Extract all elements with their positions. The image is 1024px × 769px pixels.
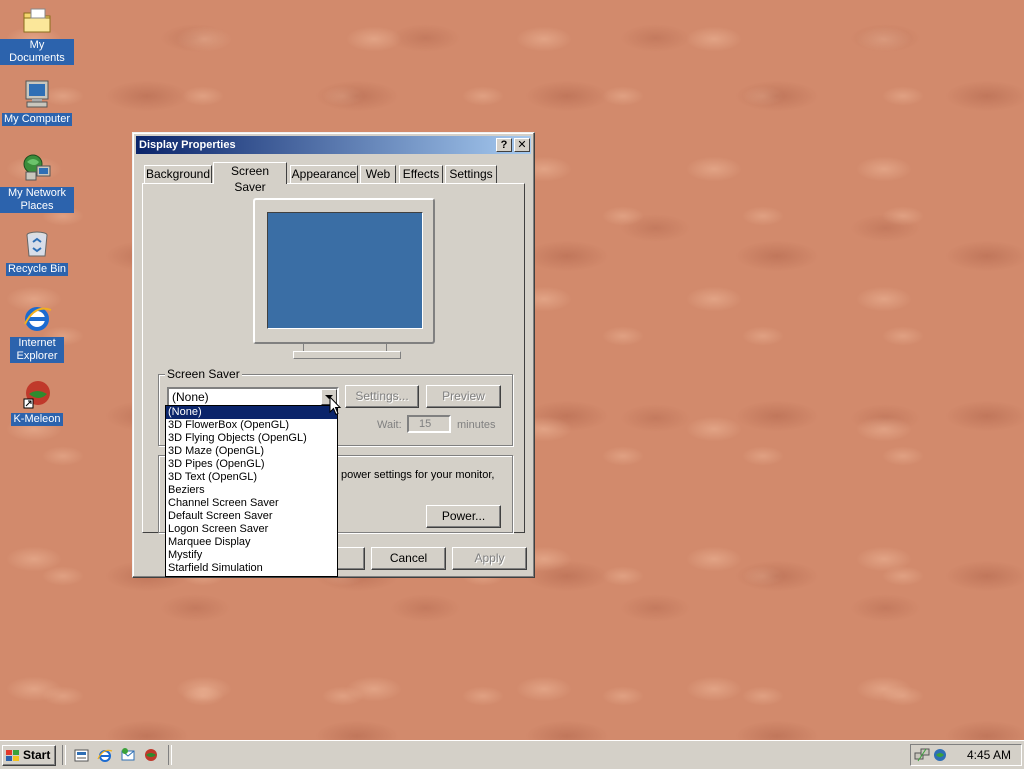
- quick-launch-separator: [62, 745, 66, 765]
- tab-screen-saver[interactable]: Screen Saver: [213, 162, 287, 194]
- window-title: Display Properties: [139, 139, 236, 151]
- desktop-icon-label: K-Meleon: [11, 413, 63, 426]
- volume-icon[interactable]: [932, 747, 948, 763]
- tab-background[interactable]: Background: [144, 165, 212, 183]
- windows-logo-icon: [6, 750, 19, 761]
- screen-saver-select[interactable]: (None): [167, 387, 339, 407]
- start-label: Start: [23, 748, 51, 762]
- monitor-screen: [267, 212, 423, 329]
- close-button[interactable]: ✕: [514, 138, 530, 152]
- dropdown-option[interactable]: 3D FlowerBox (OpenGL): [166, 419, 337, 432]
- dropdown-option[interactable]: 3D Maze (OpenGL): [166, 445, 337, 458]
- monitor-base: [293, 351, 401, 359]
- desktop-icon-internet-explorer[interactable]: Internet Explorer: [0, 302, 74, 363]
- desktop-icon-label: Internet Explorer: [10, 337, 64, 363]
- help-button[interactable]: ?: [496, 138, 512, 152]
- network-icon: [23, 154, 51, 181]
- mouse-cursor-icon: [329, 396, 342, 416]
- desktop-icon-label: My Documents: [0, 39, 74, 65]
- group-legend: Screen Saver: [165, 367, 242, 381]
- monitor-preview: [253, 198, 435, 344]
- power-description: power settings for your monitor,: [341, 469, 495, 481]
- desktop-icon-label: Recycle Bin: [5, 263, 69, 276]
- dropdown-option[interactable]: 3D Text (OpenGL): [166, 471, 337, 484]
- title-bar[interactable]: Display Properties ? ✕: [136, 136, 531, 154]
- tab-settings[interactable]: Settings: [445, 165, 497, 183]
- dropdown-option[interactable]: 3D Flying Objects (OpenGL): [166, 432, 337, 445]
- network-connection-icon[interactable]: [914, 747, 930, 763]
- tab-web[interactable]: Web: [360, 165, 396, 183]
- dropdown-option[interactable]: Marquee Display: [166, 536, 337, 549]
- taskbar: Start 4:45 AM: [0, 740, 1024, 769]
- internet-explorer-icon[interactable]: [97, 747, 113, 763]
- desktop-icon-my-documents[interactable]: My Documents: [0, 4, 74, 65]
- folder-icon: [23, 8, 51, 33]
- dropdown-option[interactable]: Starfield Simulation: [166, 562, 337, 575]
- outlook-express-icon[interactable]: [120, 747, 136, 763]
- selected-value: (None): [172, 390, 209, 404]
- dropdown-option[interactable]: Mystify: [166, 549, 337, 562]
- desktop-icon-recycle-bin[interactable]: Recycle Bin: [0, 228, 74, 276]
- wait-minutes-spinner[interactable]: 15: [407, 415, 451, 433]
- show-desktop-icon[interactable]: [74, 747, 90, 763]
- k-meleon-icon[interactable]: [143, 747, 159, 763]
- wait-label: Wait:: [377, 419, 402, 431]
- dropdown-option[interactable]: Beziers: [166, 484, 337, 497]
- dropdown-option[interactable]: (None): [166, 406, 337, 419]
- settings-button[interactable]: Settings...: [345, 385, 419, 408]
- apply-button[interactable]: Apply: [452, 547, 527, 570]
- cancel-button[interactable]: Cancel: [371, 547, 446, 570]
- desktop-icon-my-computer[interactable]: My Computer: [0, 78, 74, 126]
- dropdown-option[interactable]: Logon Screen Saver: [166, 523, 337, 536]
- dropdown-option[interactable]: Default Screen Saver: [166, 510, 337, 523]
- computer-icon: [25, 80, 49, 108]
- power-button[interactable]: Power...: [426, 505, 501, 528]
- desktop-icon-label: My Computer: [1, 113, 73, 126]
- desktop-icon-label: My Network Places: [0, 187, 74, 213]
- internet-explorer-icon: [24, 307, 52, 331]
- system-tray: 4:45 AM: [910, 744, 1022, 766]
- minutes-label: minutes: [457, 419, 496, 431]
- dropdown-option[interactable]: Channel Screen Saver: [166, 497, 337, 510]
- preview-button[interactable]: Preview: [426, 385, 501, 408]
- tab-effects[interactable]: Effects: [399, 165, 443, 183]
- screen-saver-dropdown-list: (None) 3D FlowerBox (OpenGL) 3D Flying O…: [165, 405, 338, 577]
- desktop-icon-k-meleon[interactable]: K-Meleon: [0, 378, 74, 426]
- k-meleon-icon: [23, 381, 50, 409]
- start-button[interactable]: Start: [2, 745, 56, 766]
- tab-appearance[interactable]: Appearance: [290, 165, 358, 183]
- recycle-bin-icon: [26, 231, 48, 257]
- dropdown-option[interactable]: 3D Pipes (OpenGL): [166, 458, 337, 471]
- quick-launch-separator: [168, 745, 172, 765]
- desktop-icon-my-network-places[interactable]: My Network Places: [0, 152, 74, 213]
- clock[interactable]: 4:45 AM: [967, 745, 1011, 765]
